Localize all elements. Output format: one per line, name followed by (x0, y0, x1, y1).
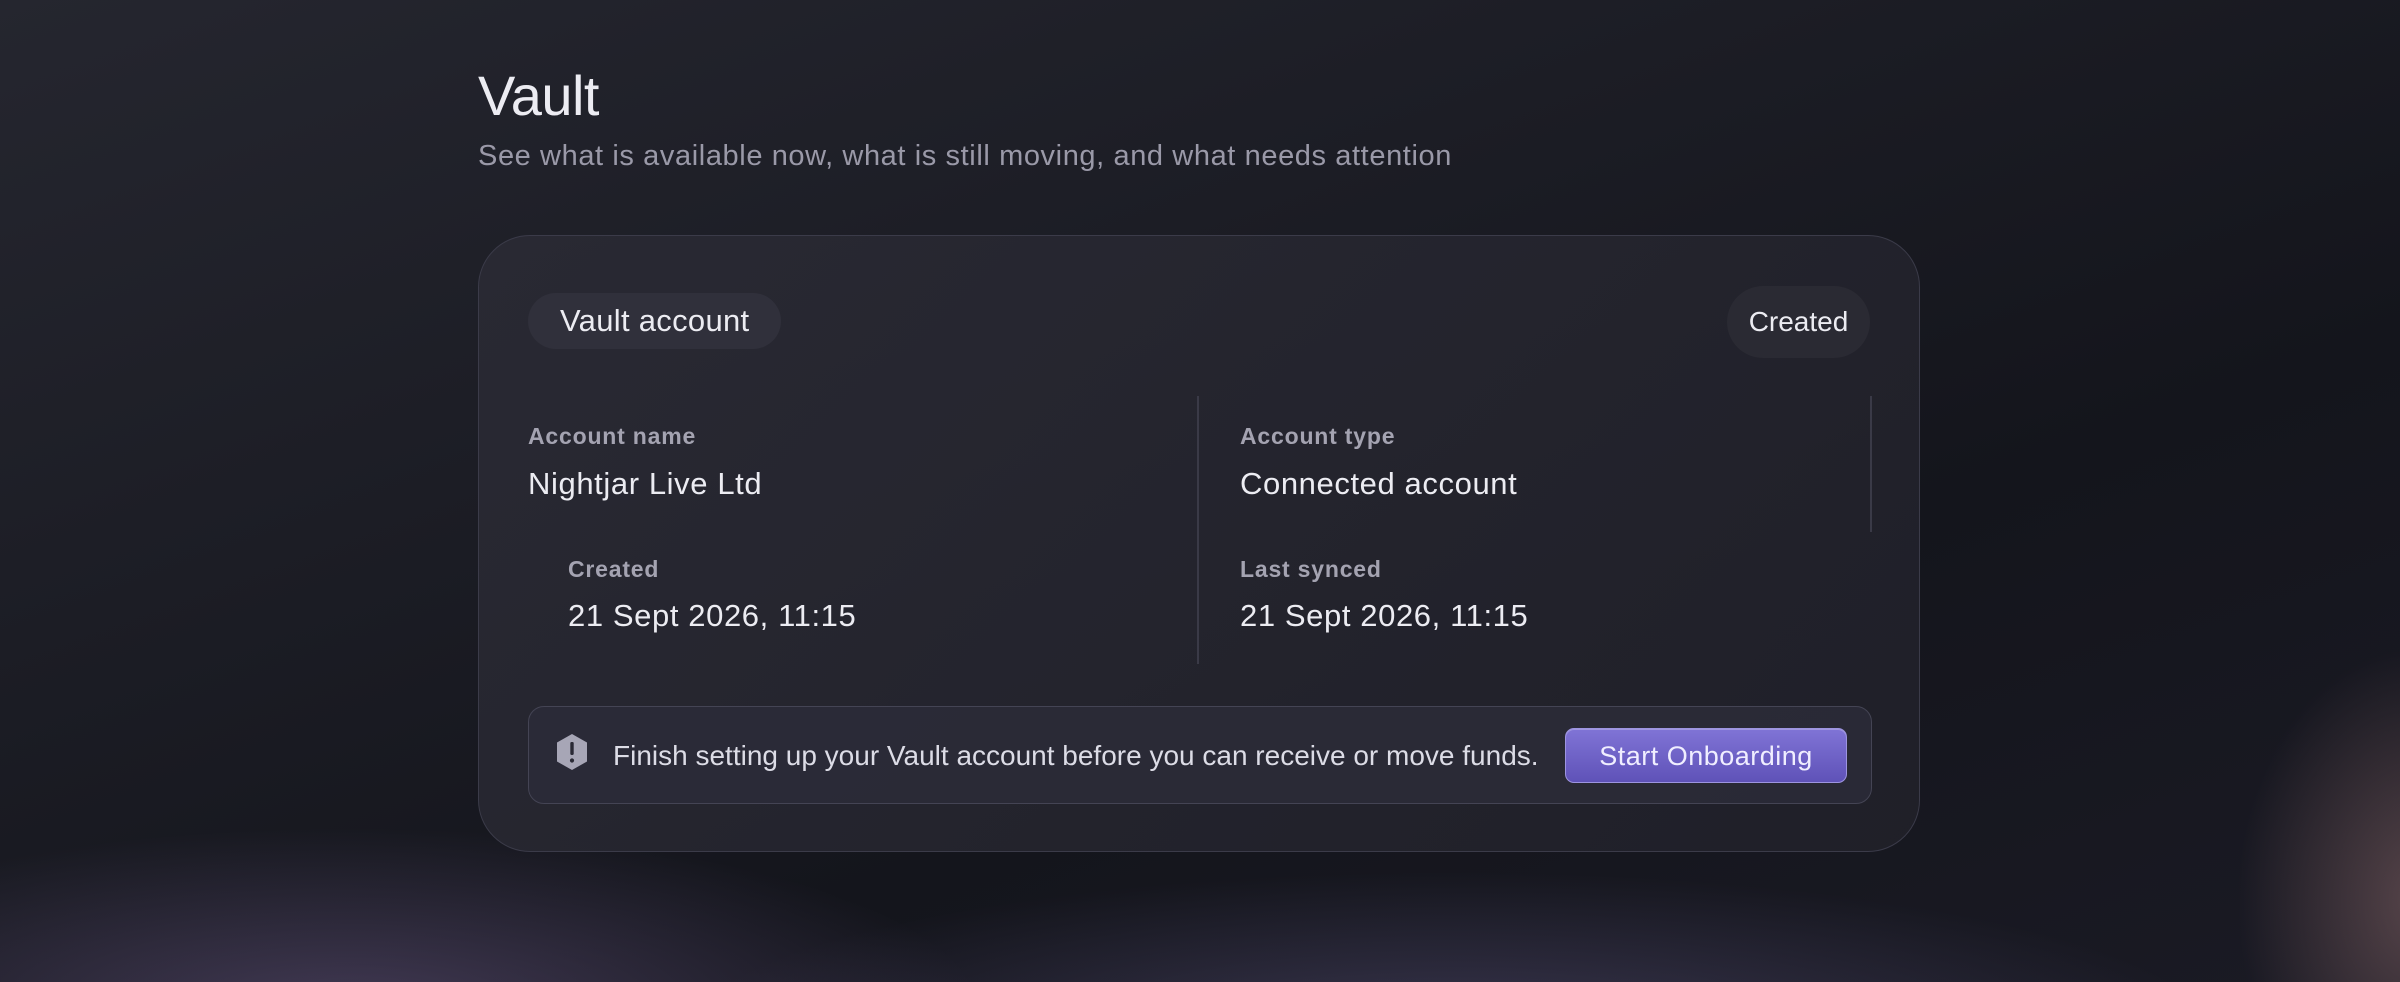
created-value: 21 Sept 2026, 11:15 (568, 598, 857, 633)
column-divider (1197, 396, 1199, 664)
last-synced-label: Last synced (1240, 556, 1382, 582)
onboarding-alert: Finish setting up your Vault account bef… (528, 706, 1872, 804)
right-edge-divider (1870, 396, 1872, 532)
page-subtitle: See what is available now, what is still… (478, 140, 1452, 172)
vault-account-card: Vault account Created Account name Night… (478, 235, 1920, 852)
start-onboarding-button[interactable]: Start Onboarding (1565, 728, 1847, 783)
account-type-label: Account type (1240, 423, 1396, 449)
last-synced-value: 21 Sept 2026, 11:15 (1240, 598, 1529, 633)
account-name-label: Account name (528, 423, 697, 449)
account-type-value: Connected account (1240, 466, 1518, 501)
page-title: Vault (478, 64, 599, 127)
status-badge: Created (1727, 286, 1870, 358)
warning-hexagon-icon (555, 733, 589, 771)
account-name-value: Nightjar Live Ltd (528, 466, 763, 501)
card-section-pill: Vault account (528, 293, 782, 349)
created-label: Created (568, 556, 660, 582)
alert-message: Finish setting up your Vault account bef… (613, 740, 1539, 771)
